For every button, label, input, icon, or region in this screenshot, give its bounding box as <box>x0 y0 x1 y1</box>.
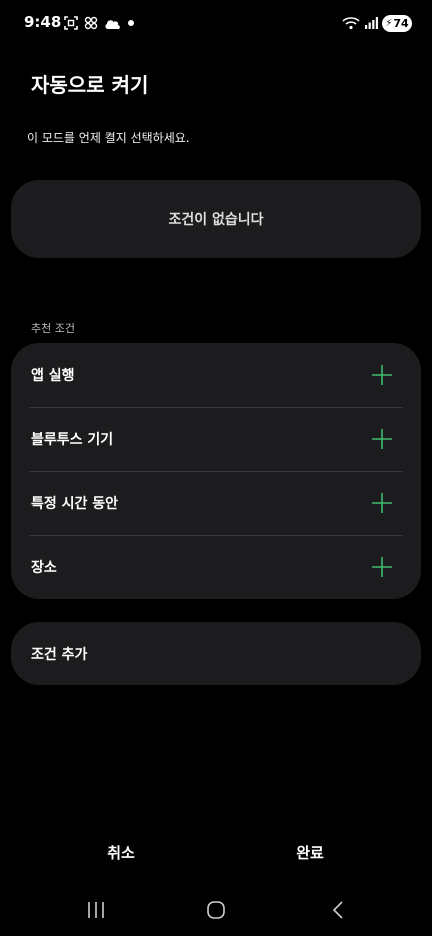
back-button[interactable] <box>324 898 352 922</box>
conditions-card: 조건이 없습니다 <box>11 180 421 258</box>
add-condition-button[interactable]: 조건 추가 <box>11 622 421 685</box>
screenshot-icon <box>64 16 78 30</box>
charging-bolt-icon: ⚡ <box>385 17 393 29</box>
page-description: 이 모드를 언제 켤지 선택하세요. <box>27 131 190 145</box>
recommended-conditions-list: 앱 실행 블루투스 기기 특정 시간 동안 장소 <box>11 343 421 599</box>
list-item-label: 특정 시간 동안 <box>31 496 119 512</box>
signal-icon <box>365 17 378 29</box>
empty-conditions-text: 조건이 없습니다 <box>168 212 264 228</box>
status-left-icons <box>64 14 135 32</box>
battery-icon: ⚡ 74 <box>382 14 412 32</box>
back-icon <box>332 901 343 919</box>
list-item-bluetooth-device[interactable]: 블루투스 기기 <box>11 407 421 471</box>
home-button[interactable] <box>202 898 230 922</box>
list-item-label: 블루투스 기기 <box>31 432 114 448</box>
link-icon <box>84 16 98 30</box>
list-item-place[interactable]: 장소 <box>11 535 421 599</box>
add-condition-label: 조건 추가 <box>31 647 88 663</box>
list-item-specific-time[interactable]: 특정 시간 동안 <box>11 471 421 535</box>
status-bar: 9:48 ⚡ 74 <box>0 0 432 46</box>
page-title: 자동으로 켜기 <box>31 73 149 97</box>
status-time: 9:48 <box>24 13 62 31</box>
recent-apps-button[interactable] <box>82 898 110 922</box>
recommended-section-label: 추천 조건 <box>31 322 75 335</box>
plus-icon[interactable] <box>371 428 393 450</box>
wifi-icon <box>342 17 360 30</box>
list-item-app-launch[interactable]: 앱 실행 <box>11 343 421 407</box>
recent-apps-icon <box>88 902 104 918</box>
cancel-button[interactable]: 취소 <box>61 838 181 866</box>
cloud-icon <box>105 19 120 29</box>
navigation-bar <box>0 888 432 932</box>
status-right-icons: ⚡ 74 <box>342 13 412 33</box>
notification-dot-icon <box>128 20 134 26</box>
list-item-label: 장소 <box>31 560 57 576</box>
plus-icon[interactable] <box>371 492 393 514</box>
plus-icon[interactable] <box>371 556 393 578</box>
plus-icon[interactable] <box>371 364 393 386</box>
list-item-label: 앱 실행 <box>31 368 75 384</box>
done-button[interactable]: 완료 <box>250 838 370 866</box>
home-icon <box>207 901 225 919</box>
battery-level: 74 <box>393 16 409 30</box>
